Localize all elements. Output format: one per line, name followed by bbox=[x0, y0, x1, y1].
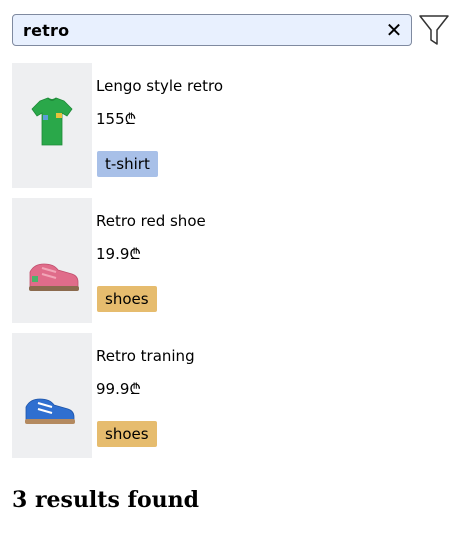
filter-icon bbox=[419, 15, 449, 45]
product-tag[interactable]: shoes bbox=[97, 421, 157, 447]
close-icon[interactable]: ✕ bbox=[379, 15, 409, 45]
results-count: 3 results found bbox=[12, 487, 200, 513]
product-name: Retro traning bbox=[96, 347, 195, 365]
search-query-text[interactable]: retro bbox=[13, 21, 379, 40]
product-tag[interactable]: shoes bbox=[97, 286, 157, 312]
product-name: Retro red shoe bbox=[96, 212, 206, 230]
product-item[interactable]: Lengo style retro 155₾ t-shirt bbox=[12, 63, 452, 188]
product-name: Lengo style retro bbox=[96, 77, 223, 95]
product-price: 155₾ bbox=[96, 110, 137, 128]
product-price: 99.9₾ bbox=[96, 380, 141, 398]
filter-button[interactable] bbox=[418, 14, 450, 46]
pink-sneaker-image bbox=[29, 263, 79, 291]
product-item[interactable]: Retro red shoe 19.9₾ shoes bbox=[12, 198, 452, 323]
search-input[interactable]: retro ✕ bbox=[12, 14, 412, 46]
product-tag[interactable]: t-shirt bbox=[97, 151, 158, 177]
t-shirt-image bbox=[31, 97, 73, 146]
product-image[interactable] bbox=[12, 198, 92, 323]
product-image[interactable] bbox=[12, 333, 92, 458]
blue-sneaker-image bbox=[25, 398, 75, 424]
product-price: 19.9₾ bbox=[96, 245, 141, 263]
product-image[interactable] bbox=[12, 63, 92, 188]
product-item[interactable]: Retro traning 99.9₾ shoes bbox=[12, 333, 452, 458]
